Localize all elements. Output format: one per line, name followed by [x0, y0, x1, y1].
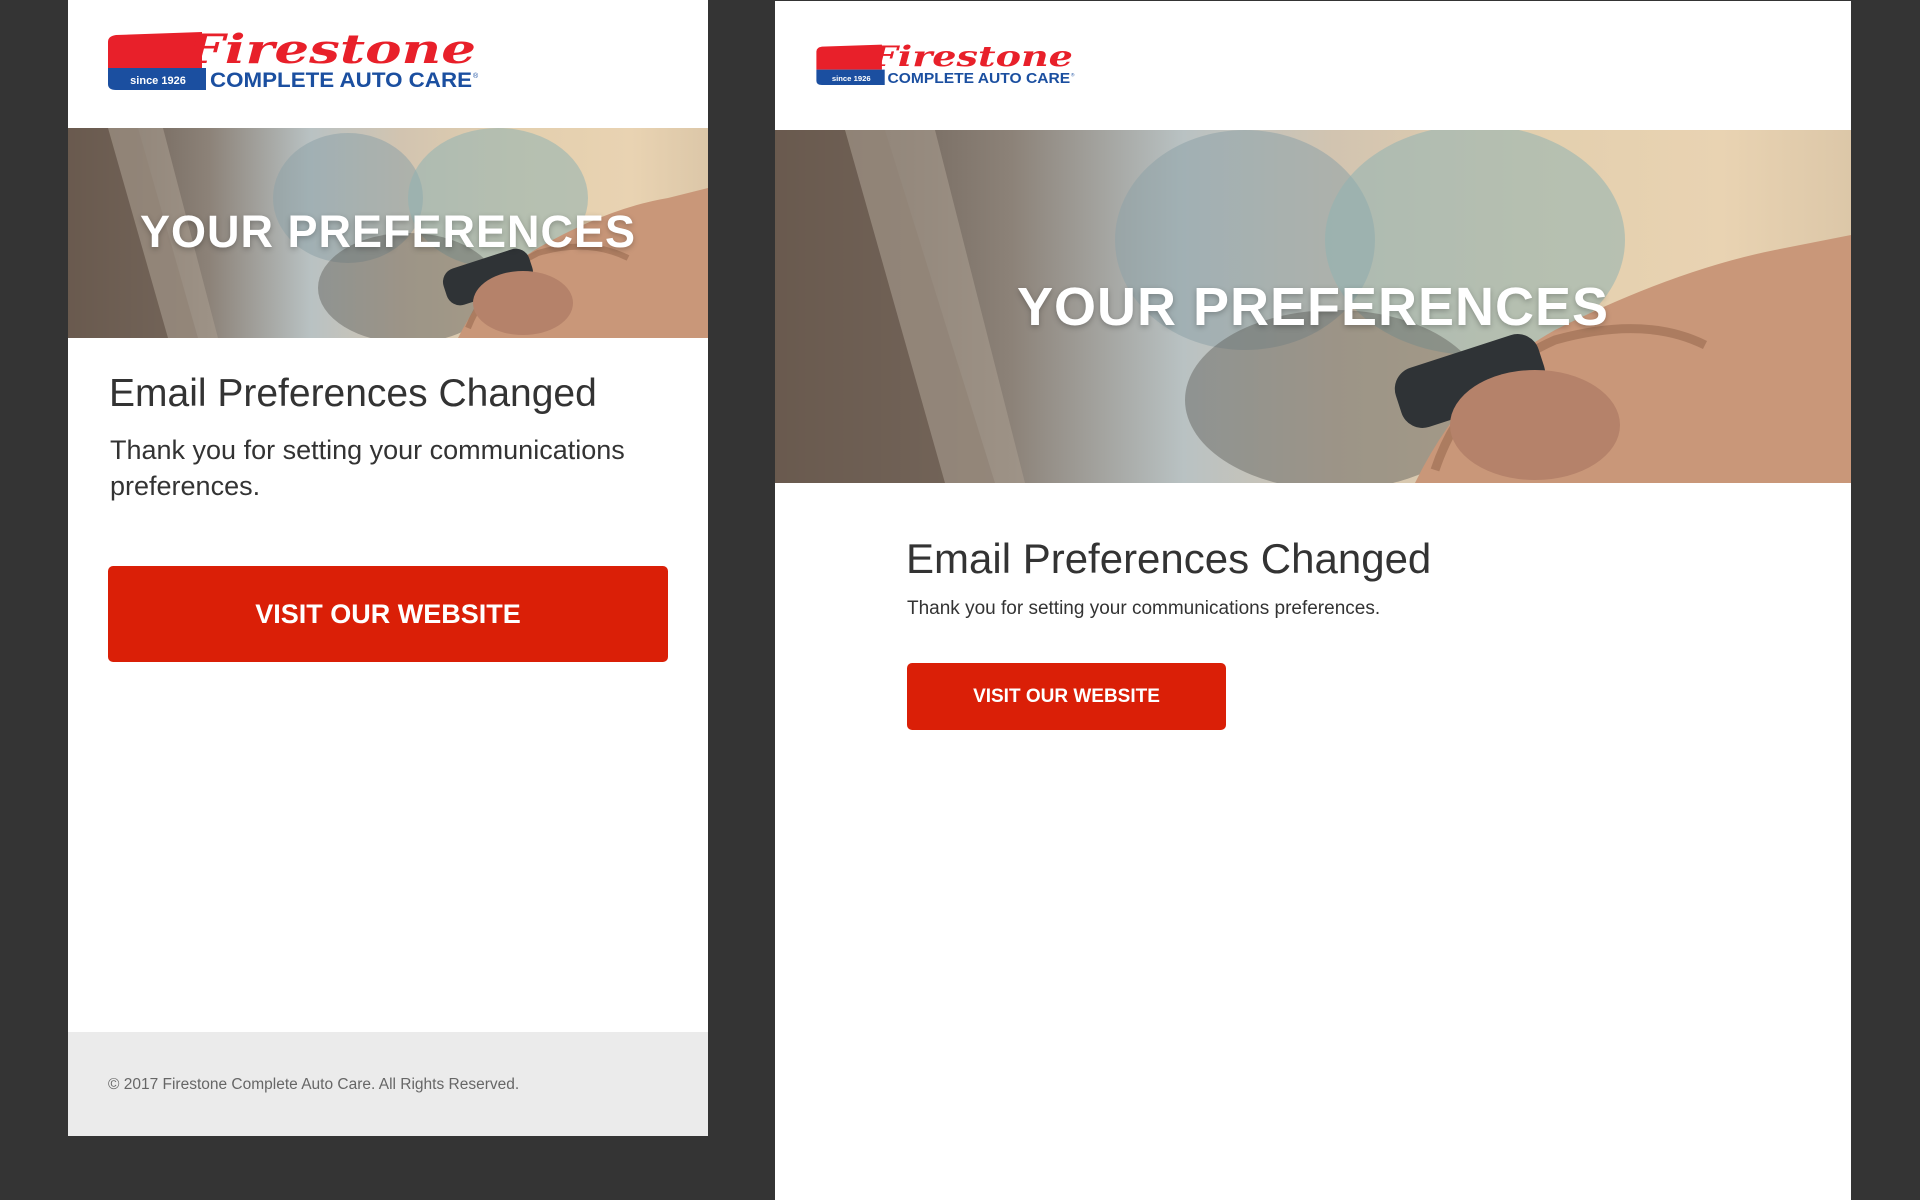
firestone-logo[interactable]: Firestone since 1926 COMPLETE AUTO CARE … — [815, 43, 1075, 88]
copyright-text: © 2017 Firestone Complete Auto Care. All… — [108, 1076, 520, 1093]
brand-since: since 1926 — [832, 74, 871, 83]
confirmation-message: Thank you for setting your communication… — [110, 435, 625, 501]
page-heading: Email Preferences Changed — [109, 372, 597, 415]
brand-trademark: ® — [473, 72, 479, 80]
firestone-logo[interactable]: Firestone since 1926 COMPLETE AUTO CARE … — [106, 30, 479, 94]
hero-banner: YOUR PREFERENCES — [775, 130, 1851, 483]
visit-website-button[interactable]: VISIT OUR WEBSITE — [907, 663, 1226, 730]
visit-website-button[interactable]: VISIT OUR WEBSITE — [108, 566, 668, 662]
footer: © 2017 Firestone Complete Auto Care. All… — [68, 1032, 708, 1136]
brand-wordmark: Firestone — [869, 43, 1073, 73]
brand-tagline: COMPLETE AUTO CARE — [887, 71, 1070, 87]
hero-title: YOUR PREFERENCES — [139, 206, 637, 257]
desktop-email-preview: Firestone since 1926 COMPLETE AUTO CARE … — [775, 1, 1851, 1200]
brand-tagline: COMPLETE AUTO CARE — [210, 69, 472, 92]
brand-since: since 1926 — [130, 75, 186, 87]
confirmation-message: Thank you for setting your communication… — [907, 598, 1381, 619]
mobile-email-preview: Firestone since 1926 COMPLETE AUTO CARE … — [68, 0, 708, 1136]
hero-title: YOUR PREFERENCES — [1016, 277, 1610, 337]
page-heading: Email Preferences Changed — [906, 535, 1432, 582]
brand-wordmark: Firestone — [185, 30, 476, 73]
hero-banner: YOUR PREFERENCES — [68, 128, 708, 338]
